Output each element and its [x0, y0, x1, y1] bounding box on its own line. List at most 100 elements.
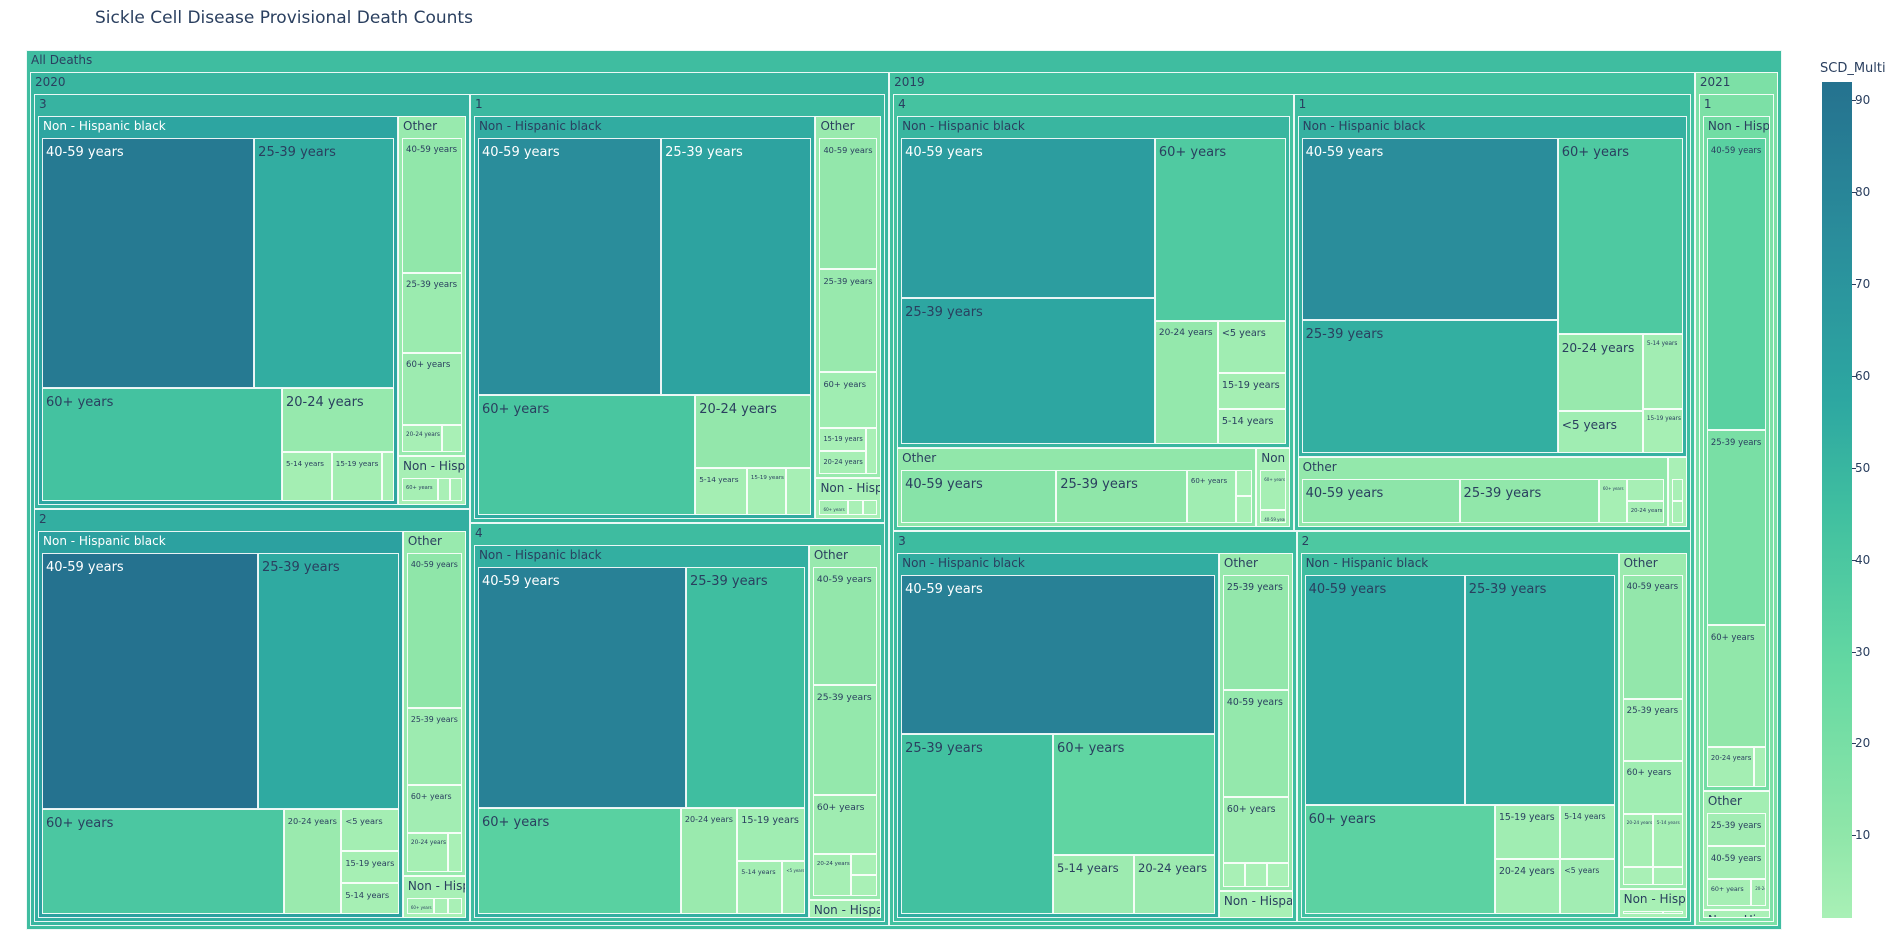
- treemap-leaf-20-24-years[interactable]: 20-24 years: [402, 425, 442, 453]
- treemap-leaf-60-years[interactable]: 60+ years: [1706, 879, 1752, 906]
- treemap-leaf-25-39-years[interactable]: 25-39 years: [1222, 574, 1289, 690]
- treemap-leaf-unnamed[interactable]: [785, 467, 812, 515]
- treemap-leaf-60-years[interactable]: 60+ years: [477, 807, 681, 914]
- treemap-leaf-unnamed[interactable]: [1622, 867, 1653, 886]
- treemap-leaf-20-24-years[interactable]: 20-24 years: [1557, 333, 1643, 412]
- treemap-leaf-unnamed[interactable]: [862, 500, 878, 515]
- treemap-leaf-60-years[interactable]: 60+ years: [1186, 469, 1236, 523]
- treemap-leaf-20-24-years[interactable]: 20-24 years: [1622, 814, 1653, 868]
- treemap-leaf-25-39-years[interactable]: 25-39 years: [685, 566, 805, 808]
- treemap-leaf-40-59-years[interactable]: [1622, 911, 1663, 914]
- treemap-leaf-5-14-years[interactable]: 5-14 years: [1217, 408, 1286, 444]
- treemap-leaf-unnamed[interactable]: [1235, 496, 1253, 523]
- treemap-leaf-20-24-years[interactable]: 20-24 years: [1751, 879, 1766, 906]
- treemap-leaf-60-years[interactable]: 60+ years: [1222, 796, 1289, 863]
- treemap-leaf-5-14-years[interactable]: 5-14 years: [1642, 333, 1683, 409]
- treemap-group-non-hispanic-white[interactable]: Non - Hispanic white: [808, 899, 882, 918]
- treemap-leaf-25-39-years[interactable]: 25-39 years: [1056, 469, 1187, 523]
- treemap-leaf-40-59-years[interactable]: 40-59 years: [477, 566, 686, 808]
- treemap-leaf-60-years[interactable]: 60+ years: [1622, 761, 1683, 815]
- treemap-leaf-5-years[interactable]: <5 years: [341, 809, 399, 852]
- treemap-leaf-40-59-years[interactable]: 40-59 years: [1304, 574, 1465, 805]
- treemap-leaf-20-24-years[interactable]: 20-24 years: [812, 853, 852, 896]
- treemap-leaf-25-39-years[interactable]: 25-39 years: [1622, 699, 1683, 762]
- treemap-leaf-unnamed[interactable]: [848, 500, 863, 515]
- treemap-leaf-40-59-years[interactable]: 40-59 years: [819, 138, 878, 269]
- treemap-leaf-40-59-years[interactable]: 40-59 years: [477, 138, 662, 396]
- treemap-leaf-unnamed[interactable]: [1652, 867, 1683, 886]
- treemap-leaf-40-59-years[interactable]: 40-59 years: [812, 566, 878, 685]
- treemap-leaf-40-59-years[interactable]: 40-59 years: [1260, 509, 1286, 523]
- treemap-leaf-20-24-years[interactable]: 20-24 years: [1706, 746, 1755, 788]
- treemap-leaf-unnamed[interactable]: [448, 833, 462, 873]
- treemap-leaf-15-19-years[interactable]: 15-19 years: [1217, 373, 1286, 409]
- treemap-leaf-20-24-years[interactable]: 20-24 years: [695, 395, 812, 468]
- treemap-leaf-unnamed[interactable]: [1754, 746, 1766, 788]
- treemap-leaf-60-years[interactable]: 60+ years: [402, 478, 438, 501]
- treemap-leaf-25-39-years[interactable]: 25-39 years: [661, 138, 812, 396]
- treemap-leaf-15-19-years[interactable]: 15-19 years: [1494, 804, 1561, 860]
- treemap-leaf-20-24-years[interactable]: 20-24 years: [283, 809, 342, 914]
- treemap-leaf-unnamed[interactable]: [1222, 862, 1245, 888]
- treemap-leaf-15-19-years[interactable]: 15-19 years: [1642, 408, 1683, 454]
- treemap-leaf-40-59-years[interactable]: 40-59 years: [1706, 846, 1766, 880]
- treemap-leaf-unnamed[interactable]: [1266, 862, 1289, 888]
- treemap-leaf-20-24-years[interactable]: 20-24 years: [282, 387, 395, 453]
- treemap-leaf-20-24-years[interactable]: 20-24 years: [1626, 501, 1664, 523]
- treemap-leaf-unnamed[interactable]: [1662, 911, 1683, 914]
- treemap-leaf-40-59-years[interactable]: 40-59 years: [901, 138, 1155, 298]
- treemap-leaf-60-years[interactable]: 60+ years: [42, 809, 284, 914]
- treemap-leaf-5-14-years[interactable]: 5-14 years: [282, 452, 332, 501]
- treemap-leaf-60-years[interactable]: 60+ years: [42, 387, 283, 501]
- treemap-leaf-40-59-years[interactable]: 40-59 years: [1301, 479, 1460, 523]
- treemap-leaf-15-19-years[interactable]: 15-19 years: [737, 807, 805, 861]
- treemap-leaf-25-39-years[interactable]: 25-39 years: [402, 272, 462, 354]
- treemap-leaf-5-14-years[interactable]: 5-14 years: [1053, 855, 1134, 914]
- treemap-leaf-60-years[interactable]: 60+ years: [819, 371, 878, 428]
- treemap-leaf-25-39-years[interactable]: 25-39 years: [901, 297, 1155, 444]
- treemap-leaf-unnamed[interactable]: [441, 425, 462, 453]
- treemap-leaf-20-24-years[interactable]: 20-24 years: [1494, 859, 1561, 914]
- treemap-leaf-unnamed[interactable]: [1671, 479, 1683, 502]
- treemap-group-non-hispanic-white[interactable]: Non - Hispanic white: [1702, 909, 1770, 918]
- treemap-leaf-20-24-years[interactable]: 20-24 years: [1133, 855, 1215, 914]
- treemap-leaf-60-years[interactable]: 60+ years: [1154, 138, 1286, 321]
- treemap-leaf-20-24-years[interactable]: 20-24 years: [819, 451, 866, 475]
- treemap-leaf-40-59-years[interactable]: 40-59 years: [901, 574, 1215, 735]
- treemap-leaf-60-years[interactable]: 60+ years: [1053, 734, 1215, 856]
- treemap-leaf-5-years[interactable]: <5 years: [1217, 320, 1286, 374]
- treemap-leaf-15-19-years[interactable]: 15-19 years: [341, 851, 399, 883]
- treemap-leaf-5-14-years[interactable]: 5-14 years: [737, 860, 783, 914]
- treemap-leaf-unnamed[interactable]: [1244, 862, 1267, 888]
- treemap-leaf-5-years[interactable]: <5 years: [1557, 411, 1643, 454]
- treemap-leaf-unnamed[interactable]: [448, 898, 462, 914]
- treemap-leaf-15-19-years[interactable]: 15-19 years: [746, 467, 786, 515]
- treemap-leaf-60-years[interactable]: 60+ years: [477, 395, 696, 515]
- treemap-leaf-unnamed[interactable]: [851, 853, 878, 875]
- treemap-leaf-20-24-years[interactable]: 20-24 years: [1154, 320, 1218, 444]
- treemap-plot-area[interactable]: All Deaths 2020 3 Non - Hispanic black 40-59…: [0, 0, 1904, 948]
- treemap-leaf-60-years[interactable]: 60+ years: [1598, 479, 1627, 523]
- treemap-leaf-unnamed[interactable]: [434, 898, 449, 914]
- treemap-leaf-25-39-years[interactable]: 25-39 years: [254, 138, 395, 388]
- treemap-leaf-5-14-years[interactable]: 5-14 years: [1560, 804, 1615, 860]
- treemap-leaf-unnamed[interactable]: [1671, 501, 1683, 523]
- treemap-leaf-60-years[interactable]: 60+ years: [1304, 804, 1495, 914]
- treemap-leaf-25-39-years[interactable]: 25-39 years: [406, 707, 462, 786]
- treemap-leaf-40-59-years[interactable]: 40-59 years: [406, 552, 462, 708]
- treemap-leaf-40-59-years[interactable]: 40-59 years: [1222, 690, 1289, 797]
- treemap-leaf-40-59-years[interactable]: 40-59 years: [1301, 138, 1558, 321]
- treemap-group-non-hispanic-white[interactable]: Non - Hispanic white: [1218, 891, 1293, 918]
- treemap-leaf-40-59-years[interactable]: 40-59 years: [42, 138, 255, 388]
- treemap-leaf-25-39-years[interactable]: 25-39 years: [1301, 320, 1558, 454]
- treemap-leaf-40-59-years[interactable]: 40-59 years: [1706, 138, 1766, 431]
- treemap-leaf-60-years[interactable]: 60+ years: [819, 500, 849, 515]
- treemap-leaf-unnamed[interactable]: [449, 478, 462, 501]
- treemap-leaf-25-39-years[interactable]: 25-39 years: [812, 684, 878, 795]
- treemap-leaf-5-years[interactable]: [381, 452, 395, 501]
- treemap-leaf-unnamed[interactable]: [437, 478, 450, 501]
- treemap-leaf-15-19-years[interactable]: 15-19 years: [819, 427, 866, 452]
- treemap-leaf-40-59-years[interactable]: 40-59 years: [1622, 574, 1683, 700]
- treemap-leaf-25-39-years[interactable]: 25-39 years: [819, 268, 878, 372]
- treemap-leaf-5-14-years[interactable]: [865, 427, 878, 475]
